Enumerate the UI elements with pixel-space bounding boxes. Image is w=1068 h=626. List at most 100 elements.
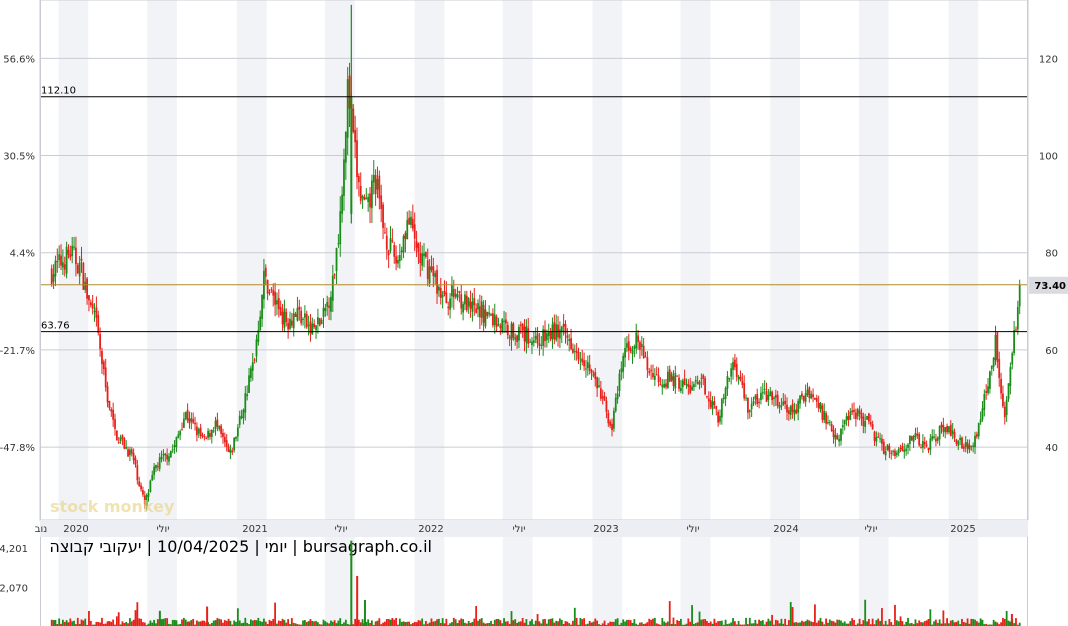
- candle-body: [436, 269, 438, 294]
- volume-bar: [611, 621, 613, 626]
- volume-bar: [840, 620, 842, 626]
- volume-bar: [322, 619, 325, 626]
- volume-bar: [702, 619, 705, 626]
- volume-bar: [393, 619, 396, 626]
- candle-body: [750, 403, 753, 410]
- volume-bar: [732, 618, 734, 626]
- candle-body: [996, 332, 999, 362]
- volume-bar: [771, 614, 774, 626]
- candle-body: [209, 433, 211, 437]
- candle-body: [860, 412, 863, 419]
- volume-bar: [263, 618, 265, 626]
- candle-body: [58, 254, 61, 261]
- candle-body: [588, 364, 591, 371]
- candle-body: [646, 357, 649, 370]
- candle-body: [142, 490, 144, 495]
- candle-body: [931, 436, 934, 440]
- candle-body: [627, 341, 630, 351]
- volume-bar: [406, 621, 409, 626]
- volume-bar: [754, 619, 757, 626]
- volume-bar: [512, 620, 515, 626]
- candle-body: [687, 383, 690, 387]
- candle-body: [101, 350, 103, 365]
- volume-bar: [935, 619, 937, 626]
- candle-body: [151, 475, 154, 481]
- candle-body: [287, 322, 290, 330]
- volume-bar: [875, 620, 878, 626]
- volume-bar: [1010, 613, 1013, 626]
- candle-body: [752, 401, 755, 404]
- volume-bar: [689, 621, 692, 626]
- volume-bar: [309, 619, 312, 626]
- candle-body: [1011, 353, 1014, 365]
- candle-body: [454, 293, 457, 297]
- candle-body: [882, 441, 885, 454]
- volume-bar: [652, 618, 654, 626]
- volume-bar: [400, 621, 403, 626]
- candle-body: [129, 449, 131, 456]
- candle-body: [596, 377, 599, 389]
- volume-bar: [361, 619, 364, 626]
- right-tick-label: 40: [1045, 443, 1058, 454]
- candle-body: [75, 247, 77, 265]
- candle-body: [518, 326, 520, 341]
- candle-body: [981, 408, 984, 420]
- candle-body: [572, 348, 574, 353]
- candle-body: [372, 174, 375, 183]
- volume-bar: [542, 619, 545, 626]
- candle-body: [356, 140, 358, 178]
- candle-body: [819, 402, 822, 410]
- volume-bar: [156, 619, 159, 626]
- candle-body: [203, 436, 206, 438]
- candle-body: [871, 424, 874, 430]
- volume-bar: [462, 619, 465, 626]
- volume-bar: [923, 621, 926, 626]
- volume-period-band: [592, 537, 623, 626]
- volume-bar: [825, 618, 827, 626]
- candle-body: [672, 376, 675, 386]
- candle-body: [82, 262, 85, 290]
- candle-body: [194, 422, 196, 425]
- volume-bar: [214, 620, 217, 626]
- volume-bar: [890, 622, 893, 626]
- volume-bar: [953, 622, 956, 626]
- volume-bar: [663, 621, 666, 626]
- candle-body: [197, 428, 200, 434]
- volume-bar: [819, 617, 822, 626]
- volume-bar: [339, 618, 342, 626]
- candle-body: [89, 302, 92, 305]
- candle-body: [858, 410, 861, 414]
- candle-body: [402, 236, 405, 253]
- volume-bar: [249, 619, 252, 626]
- candle-body: [233, 437, 236, 451]
- candle-body: [56, 260, 59, 262]
- candle-body: [767, 394, 770, 401]
- candle-body: [670, 373, 673, 381]
- candle-body: [115, 430, 118, 441]
- candle-body: [711, 401, 714, 410]
- candle-body: [313, 323, 316, 328]
- candle-body: [199, 427, 202, 436]
- volume-bar: [929, 609, 932, 626]
- volume-tick-label: 4,201: [0, 544, 28, 555]
- candle-body: [166, 454, 169, 460]
- candle-body: [741, 380, 744, 385]
- candle-body: [616, 393, 619, 400]
- volume-bar: [436, 619, 438, 626]
- x-tick-label: יולי: [157, 524, 170, 535]
- candle-body: [102, 361, 105, 370]
- candle-body: [979, 419, 982, 423]
- candle-body: [212, 430, 215, 432]
- candle-body: [774, 395, 777, 398]
- candle-body: [989, 371, 991, 389]
- volume-bar: [676, 620, 679, 626]
- volume-axis-ticks: 4,201 2,070: [0, 544, 28, 595]
- volume-bar: [843, 621, 846, 626]
- candle-body: [840, 428, 842, 441]
- volume-bar: [804, 621, 807, 626]
- candle-body: [467, 298, 470, 307]
- candle-body: [845, 416, 848, 421]
- candle-body: [320, 319, 323, 325]
- candle-body: [655, 374, 658, 376]
- volume-bar: [451, 622, 453, 626]
